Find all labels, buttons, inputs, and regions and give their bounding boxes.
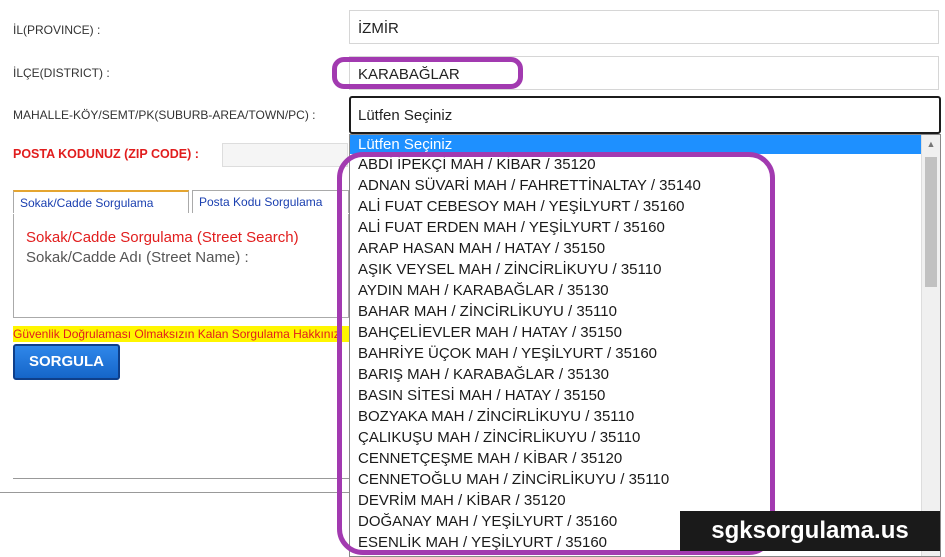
suburb-label: MAHALLE-KÖY/SEMT/PK(SUBURB-AREA/TOWN/PC)… [13, 108, 316, 122]
dropdown-scrollbar[interactable]: ▲ [921, 135, 940, 556]
province-field[interactable]: İZMİR [349, 10, 939, 44]
security-warning: Güvenlik Doğrulaması Olmaksızın Kalan So… [13, 326, 349, 342]
suburb-select[interactable]: Lütfen Seçiniz [349, 96, 941, 134]
street-search-panel: Sokak/Cadde Sorgulama (Street Search) So… [13, 214, 349, 318]
tab-street-search[interactable]: Sokak/Cadde Sorgulama [13, 190, 189, 213]
divider [13, 478, 349, 479]
tab-postcode-search[interactable]: Posta Kodu Sorgulama [192, 190, 349, 213]
street-name-label: Sokak/Cadde Adı (Street Name) : [26, 249, 249, 266]
scroll-up-arrow-icon[interactable]: ▲ [922, 135, 940, 153]
zip-code-field [222, 143, 348, 167]
watermark: sgksorgulama.us [680, 511, 940, 551]
list-highlight-annotation [337, 152, 775, 555]
divider [0, 492, 349, 493]
province-label: İL(PROVINCE) : [13, 23, 101, 37]
district-label: İLÇE(DISTRICT) : [13, 66, 110, 80]
zip-code-label: POSTA KODUNUZ (ZIP CODE) : [13, 147, 199, 161]
panel-title: Sokak/Cadde Sorgulama (Street Search) [26, 229, 299, 246]
district-highlight-annotation [332, 57, 523, 89]
search-button[interactable]: SORGULA [13, 344, 120, 380]
scrollbar-thumb[interactable] [925, 157, 937, 287]
